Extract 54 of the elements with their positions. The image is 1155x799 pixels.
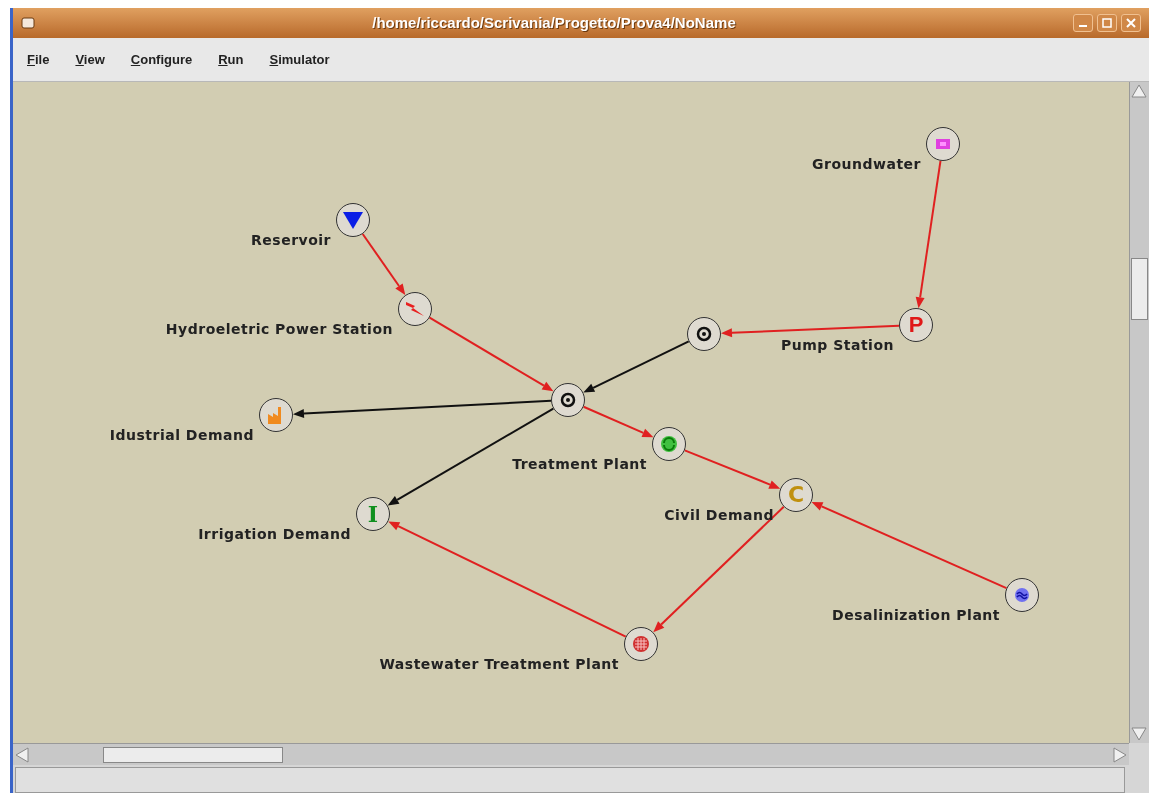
scroll-thumb[interactable] <box>1131 258 1148 320</box>
irrigation-glyph: I <box>367 503 379 525</box>
maximize-icon <box>1102 18 1112 28</box>
maximize-button[interactable] <box>1097 14 1117 32</box>
menu-item[interactable]: Simulator <box>269 49 330 70</box>
diagram-node[interactable] <box>926 127 960 161</box>
node-label: Idustrial Demand <box>109 426 254 445</box>
window-title: /home/riccardo/Scrivania/Progetto/Prova4/NoName <box>371 12 737 33</box>
menu-item[interactable]: Run <box>218 49 244 70</box>
diagram-node[interactable] <box>687 317 721 351</box>
up-arrow-icon[interactable] <box>1130 82 1148 100</box>
vertical-scrollbar[interactable] <box>1129 82 1149 743</box>
connector-arrow[interactable] <box>653 505 785 633</box>
wave-icon <box>1013 586 1031 604</box>
right-arrow-icon[interactable] <box>1111 745 1129 764</box>
grid-icon <box>632 635 650 653</box>
recycle-icon <box>659 434 679 454</box>
menu-item[interactable]: View <box>75 49 105 70</box>
triangle-icon <box>342 210 364 230</box>
node-label: Treatment Plant <box>512 455 647 474</box>
horizontal-scrollbar[interactable] <box>13 743 1129 765</box>
node-label: Pump Station <box>781 336 894 355</box>
minimize-icon <box>1079 25 1087 27</box>
menu-item[interactable]: Configure <box>130 49 193 70</box>
lightning-icon <box>405 301 425 317</box>
down-arrow-icon[interactable] <box>1130 725 1148 743</box>
node-label: Desalinization Plant <box>832 606 1000 625</box>
node-label: Civil Demand <box>664 506 774 525</box>
pump-glyph: P <box>908 314 924 336</box>
node-label: Wastewater Treatment Plant <box>379 655 619 674</box>
diagram-node[interactable] <box>259 398 293 432</box>
menu-item[interactable]: File <box>27 49 50 70</box>
window-icon <box>21 17 35 29</box>
connector-arrow[interactable] <box>583 340 690 393</box>
left-arrow-icon[interactable] <box>13 745 31 764</box>
scroll-thumb[interactable] <box>103 746 283 763</box>
diagram-node[interactable] <box>624 627 658 661</box>
node-label: Groundwater <box>812 155 921 174</box>
square-icon <box>935 138 951 150</box>
node-label: Hydroeletric Power Station <box>165 320 393 339</box>
close-button[interactable] <box>1121 14 1141 32</box>
connector-arrow[interactable] <box>293 399 552 419</box>
target-icon <box>696 326 712 342</box>
diagram-node[interactable] <box>652 427 686 461</box>
civil-glyph: C <box>787 484 805 506</box>
close-icon <box>1126 18 1136 28</box>
diagram-node[interactable] <box>551 383 585 417</box>
target-icon <box>560 392 576 408</box>
diagram-node[interactable] <box>398 292 432 326</box>
node-label: Irrigation Demand <box>198 525 351 544</box>
diagram-node[interactable] <box>1005 578 1039 612</box>
minimize-button[interactable] <box>1073 14 1093 32</box>
node-label: Reservoir <box>251 231 331 250</box>
diagram-node[interactable] <box>336 203 370 237</box>
